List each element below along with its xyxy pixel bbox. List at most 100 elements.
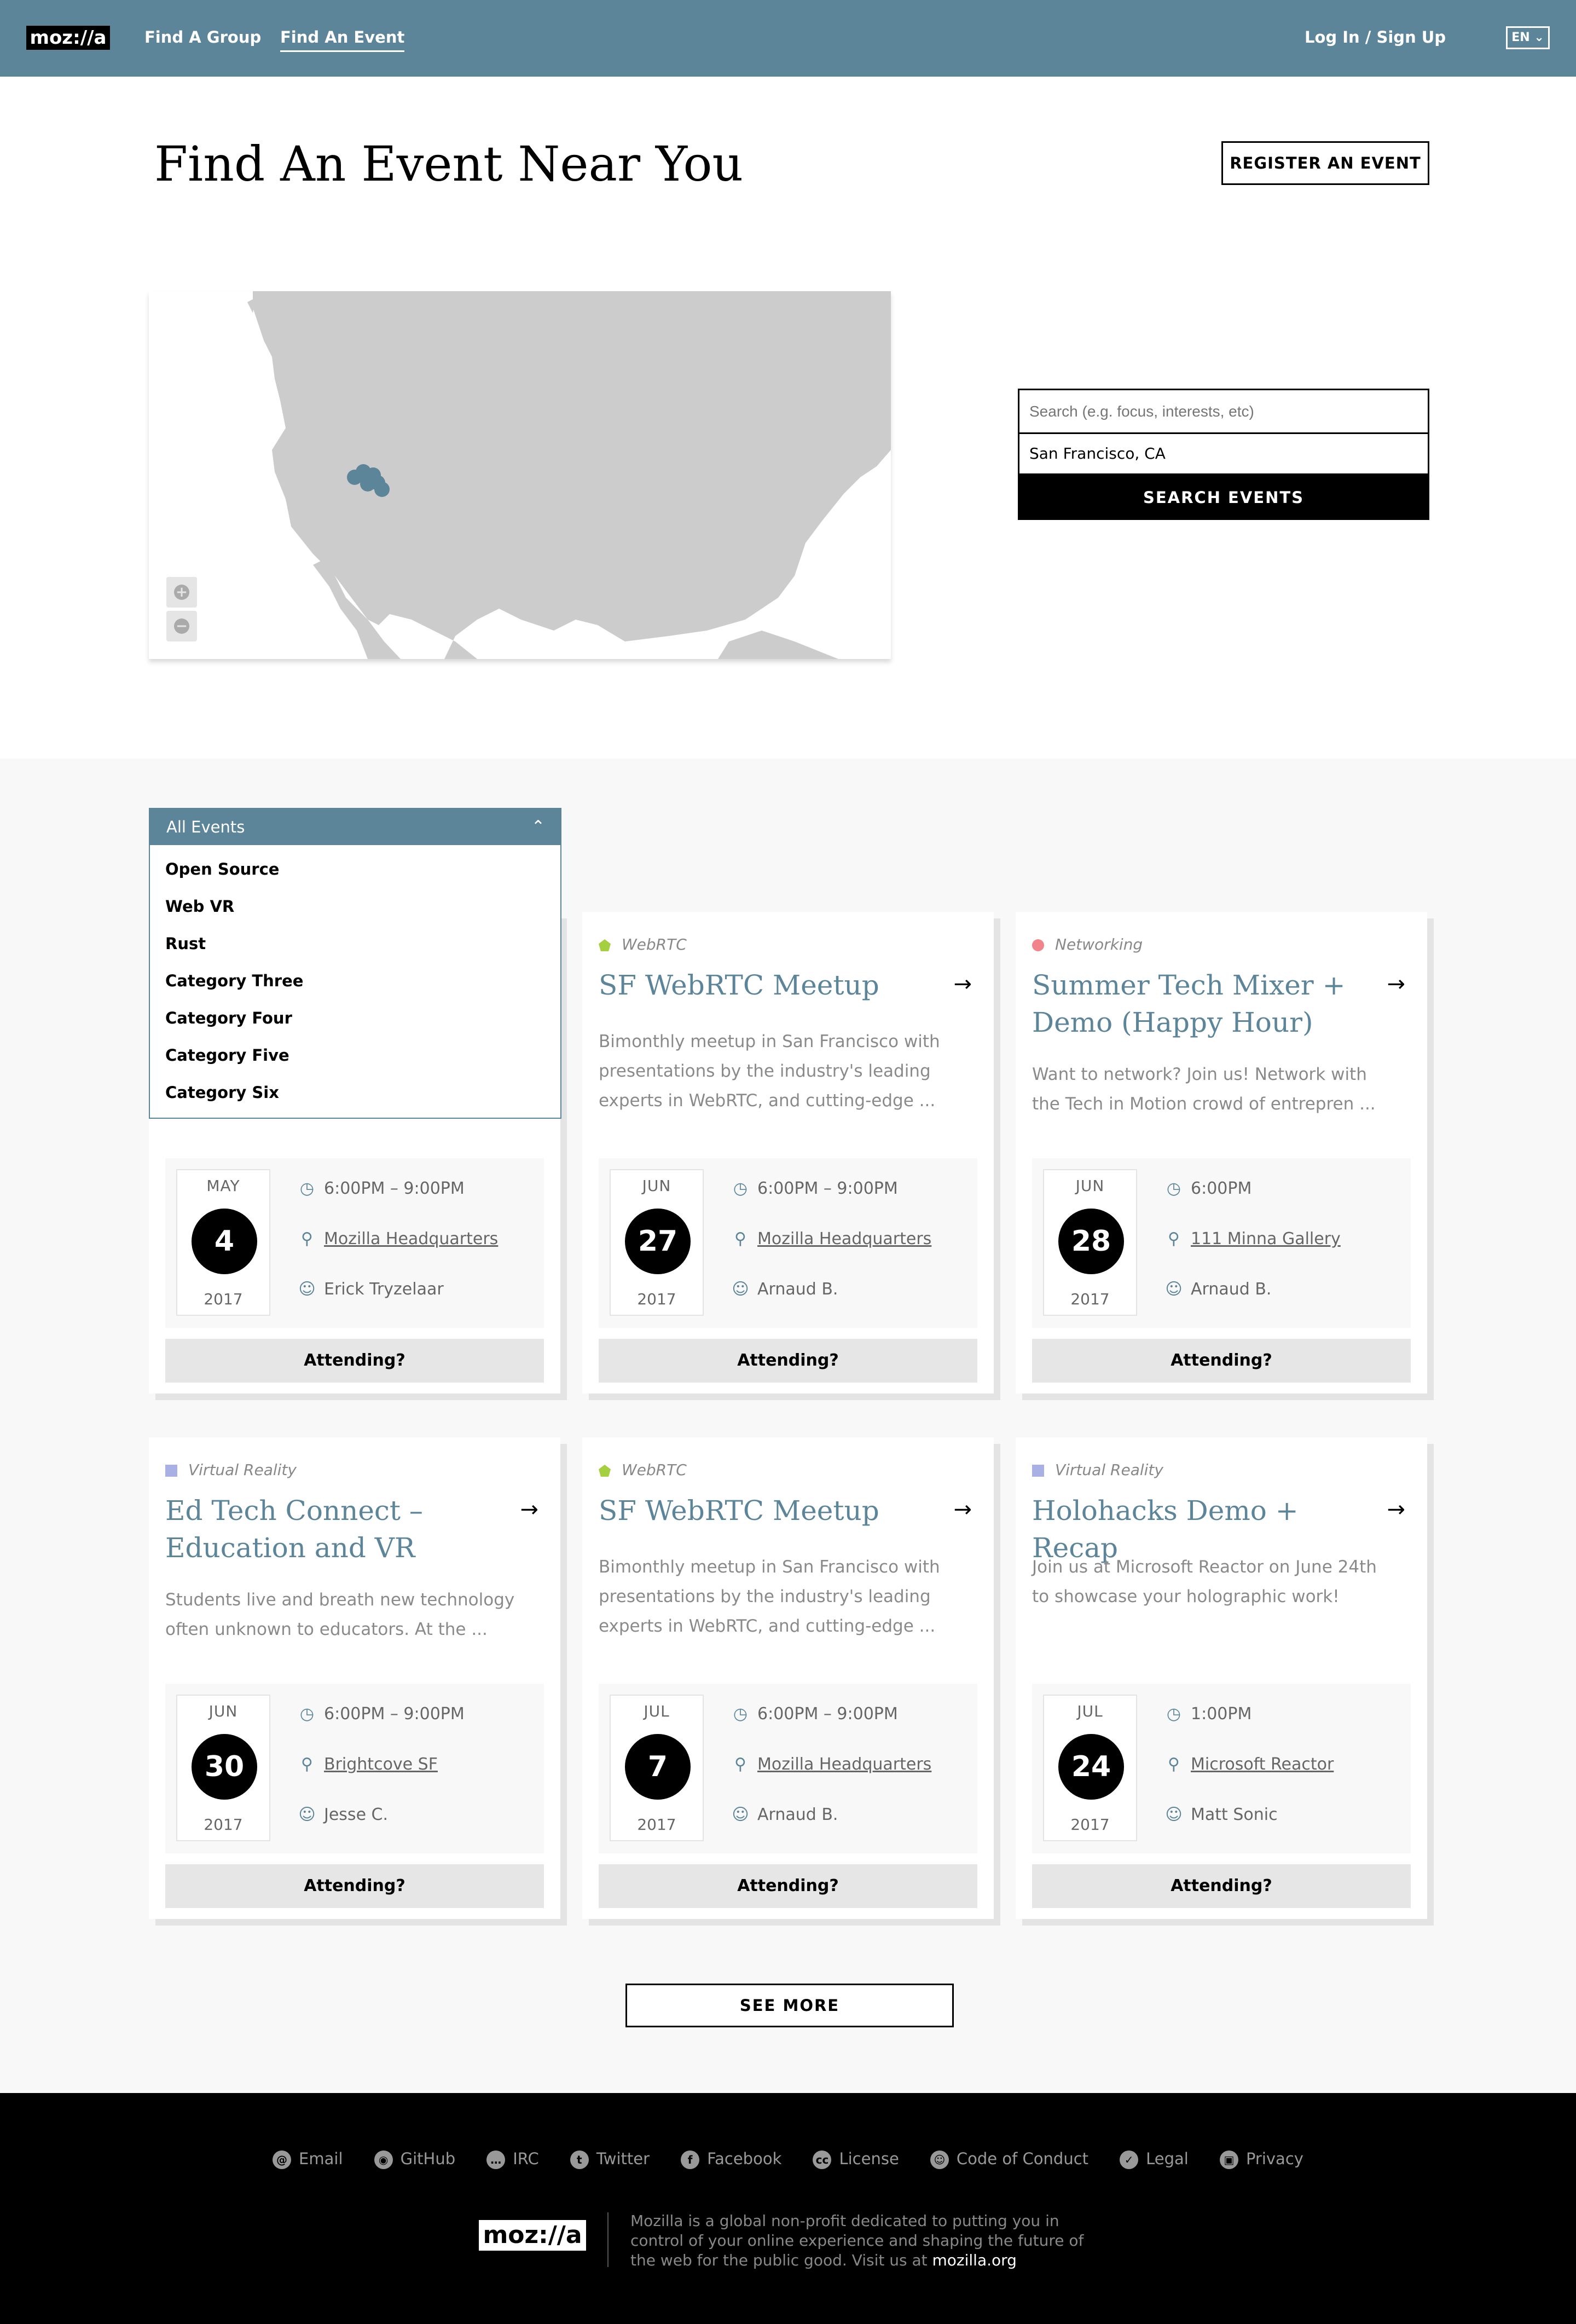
page-title: Find An Event Near You	[154, 136, 744, 192]
event-card[interactable]: Virtual Reality Holohacks Demo + Recap → Jo…	[1016, 1437, 1427, 1919]
attending-button[interactable]: Attending?	[1032, 1864, 1411, 1908]
footer-link-label: Twitter	[596, 2149, 650, 2168]
event-date: JUL 24 2017	[1043, 1695, 1137, 1841]
smiley-icon: ☺	[930, 2150, 949, 2169]
language-select[interactable]: EN ⌄	[1506, 26, 1550, 49]
event-description: Students live and breath new technology …	[165, 1590, 515, 1639]
event-card[interactable]: Virtual Reality Ed Tech Connect – Educati…	[149, 1437, 560, 1919]
category-color-icon	[599, 1465, 611, 1477]
arrow-right-icon[interactable]: →	[520, 1499, 538, 1521]
clock-icon: ◷	[299, 1704, 315, 1724]
events-map[interactable]: + −	[149, 291, 891, 659]
event-year: 2017	[204, 1816, 243, 1834]
footer-link-legal[interactable]: ✓ Legal	[1120, 2148, 1189, 2170]
chat-bubble-icon: …	[486, 2150, 506, 2169]
map-markers	[347, 464, 390, 497]
arrow-right-icon[interactable]: →	[1387, 973, 1405, 995]
event-host-label: Jesse C.	[324, 1805, 389, 1824]
event-year: 2017	[204, 1290, 243, 1308]
register-event-button[interactable]: REGISTER AN EVENT	[1221, 141, 1429, 185]
smiley-icon: ☺	[1165, 1280, 1183, 1299]
arrow-right-icon[interactable]: →	[1387, 1499, 1405, 1521]
footer-link-license[interactable]: cc License	[813, 2148, 899, 2170]
attending-button[interactable]: Attending?	[599, 1339, 977, 1383]
event-month: JUL	[1077, 1702, 1103, 1720]
search-events-button[interactable]: SEARCH EVENTS	[1018, 475, 1429, 520]
attending-button[interactable]: Attending?	[165, 1864, 544, 1908]
see-more-button[interactable]: SEE MORE	[625, 1984, 954, 2027]
dropdown-option[interactable]: Category Three	[150, 962, 560, 999]
zoom-out-button[interactable]: −	[166, 611, 197, 641]
event-time-label: 6:00PM – 9:00PM	[757, 1179, 898, 1198]
category-filter-dropdown[interactable]: All Events ⌃ Open Source Web VR Rust Cate…	[149, 808, 561, 1119]
event-location-link[interactable]: Microsoft Reactor	[1191, 1755, 1334, 1774]
footer-link-twitter[interactable]: t Twitter	[570, 2148, 650, 2170]
event-time: ◷ 1:00PM	[1164, 1703, 1251, 1725]
location-input[interactable]: San Francisco, CA	[1018, 432, 1429, 475]
event-title[interactable]: Ed Tech Connect – Education and VR	[165, 1492, 494, 1566]
mozilla-org-link[interactable]: mozilla.org	[932, 2251, 1017, 2269]
dropdown-option[interactable]: Open Source	[150, 851, 560, 888]
map-pin-icon: ⚲	[1168, 1755, 1180, 1774]
event-host: ☺ Arnaud B.	[1164, 1279, 1271, 1300]
login-signup-link[interactable]: Log In / Sign Up	[1305, 26, 1446, 48]
dropdown-selected[interactable]: All Events ⌃	[150, 809, 560, 845]
mozilla-logo[interactable]: moz://a	[26, 26, 110, 50]
footer-link-code-of-conduct[interactable]: ☺ Code of Conduct	[930, 2148, 1088, 2170]
map-pin-icon: ⚲	[734, 1229, 746, 1248]
event-card[interactable]: WebRTC SF WebRTC Meetup → Bimonthly meetup …	[582, 912, 994, 1394]
event-title[interactable]: Summer Tech Mixer + Demo (Happy Hour)	[1032, 967, 1360, 1041]
event-location-link[interactable]: 111 Minna Gallery	[1191, 1229, 1341, 1248]
event-location: ⚲ Brightcove SF	[298, 1754, 438, 1776]
footer-link-irc[interactable]: … IRC	[486, 2148, 539, 2170]
event-description: Bimonthly meetup in San Francisco with p…	[599, 1557, 940, 1636]
event-title[interactable]: SF WebRTC Meetup	[599, 967, 927, 1004]
attending-button[interactable]: Attending?	[599, 1864, 977, 1908]
twitter-icon: t	[570, 2150, 589, 2169]
event-location: ⚲ Mozilla Headquarters	[731, 1754, 931, 1776]
event-host: ☺ Erick Tryzelaar	[298, 1279, 444, 1300]
event-category-label: Virtual Reality	[188, 1461, 297, 1479]
event-month: JUN	[1075, 1177, 1105, 1195]
dropdown-option[interactable]: Web VR	[150, 888, 560, 925]
footer-link-github[interactable]: ◉ GitHub	[374, 2148, 455, 2170]
footer-link-label: Code of Conduct	[956, 2149, 1089, 2168]
event-category: Virtual Reality	[1032, 1460, 1163, 1480]
event-details: JUN 30 2017 ◷ 6:00PM – 9:00PM ⚲ Brightcove SF ☺…	[165, 1684, 544, 1853]
event-host-label: Erick Tryzelaar	[324, 1280, 444, 1299]
dropdown-option[interactable]: Category Six	[150, 1074, 560, 1111]
nav-find-an-event[interactable]: Find An Event	[280, 26, 405, 52]
attending-button[interactable]: Attending?	[165, 1339, 544, 1383]
event-card[interactable]: WebRTC SF WebRTC Meetup → Bimonthly meetup …	[582, 1437, 994, 1919]
event-title[interactable]: SF WebRTC Meetup	[599, 1492, 927, 1529]
category-color-icon	[1032, 1465, 1044, 1477]
arrow-right-icon[interactable]: →	[953, 1499, 972, 1521]
language-label: EN	[1511, 31, 1530, 44]
event-category: WebRTC	[599, 1460, 687, 1480]
plus-icon: +	[174, 585, 189, 600]
dropdown-option[interactable]: Rust	[150, 925, 560, 962]
event-category: Virtual Reality	[165, 1460, 297, 1480]
footer-link-facebook[interactable]: f Facebook	[681, 2148, 781, 2170]
event-description: Join us at Microsoft Reactor on June 24t…	[1032, 1557, 1377, 1606]
event-time-label: 6:00PM – 9:00PM	[757, 1704, 898, 1724]
event-card[interactable]: Networking Summer Tech Mixer + Demo (Happ…	[1016, 912, 1427, 1394]
event-host-label: Arnaud B.	[757, 1280, 838, 1299]
footer-link-privacy[interactable]: ▣ Privacy	[1219, 2148, 1303, 2170]
event-time-label: 6:00PM	[1191, 1179, 1252, 1198]
footer-link-email[interactable]: @ Email	[273, 2148, 343, 2170]
search-input[interactable]	[1018, 389, 1429, 432]
arrow-right-icon[interactable]: →	[953, 973, 972, 995]
zoom-in-button[interactable]: +	[166, 577, 197, 608]
event-location-link[interactable]: Mozilla Headquarters	[324, 1229, 498, 1248]
footer-mozilla-logo[interactable]: moz://a	[479, 2220, 586, 2251]
event-location-link[interactable]: Mozilla Headquarters	[757, 1755, 931, 1774]
dropdown-option[interactable]: Category Five	[150, 1037, 560, 1074]
nav-find-a-group[interactable]: Find A Group	[144, 26, 261, 48]
event-category-label: Virtual Reality	[1055, 1461, 1163, 1479]
attending-button[interactable]: Attending?	[1032, 1339, 1411, 1383]
dropdown-option[interactable]: Category Four	[150, 999, 560, 1037]
event-location-link[interactable]: Mozilla Headquarters	[757, 1229, 931, 1248]
event-location-link[interactable]: Brightcove SF	[324, 1755, 438, 1774]
event-month: JUL	[644, 1702, 670, 1720]
